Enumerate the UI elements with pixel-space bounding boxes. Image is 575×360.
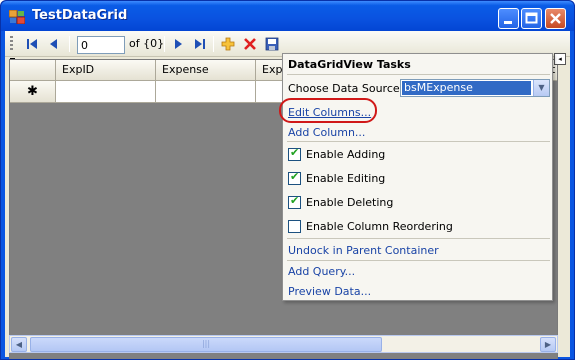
- toolstrip-separator: [164, 36, 165, 52]
- enable-adding-option[interactable]: ✔ Enable Adding: [288, 145, 386, 162]
- move-previous-icon[interactable]: [47, 37, 61, 51]
- corner-header-cell[interactable]: [10, 60, 56, 81]
- enable-editing-checkbox[interactable]: ✔: [288, 169, 301, 185]
- data-source-label: Choose Data Source:: [288, 82, 404, 95]
- enable-deleting-checkbox[interactable]: ✔: [288, 193, 301, 209]
- save-icon[interactable]: [265, 37, 279, 51]
- divider: [287, 141, 550, 142]
- add-column-link[interactable]: Add Column...: [288, 126, 365, 139]
- form-icon: [9, 10, 25, 24]
- move-last-icon[interactable]: [193, 37, 207, 51]
- divider: [287, 260, 550, 261]
- enable-column-reordering-label: Enable Column Reordering: [306, 220, 453, 233]
- column-header-expid[interactable]: ExpID: [56, 60, 156, 81]
- close-icon: [550, 13, 561, 24]
- scroll-right-button[interactable]: ▶: [540, 337, 556, 352]
- undock-link[interactable]: Undock in Parent Container: [288, 244, 439, 257]
- column-header-expense[interactable]: Expense: [156, 60, 256, 81]
- move-next-icon[interactable]: [171, 37, 185, 51]
- cell-expid[interactable]: [56, 81, 156, 103]
- data-source-select[interactable]: bsMExpense ▼: [400, 79, 550, 97]
- panel-title: DataGridView Tasks: [288, 58, 411, 71]
- title-bar[interactable]: TestDataGrid: [1, 1, 574, 31]
- enable-column-reordering-option[interactable]: Enable Column Reordering: [288, 219, 453, 234]
- count-label: of {0}: [129, 37, 165, 50]
- minimize-icon: [504, 21, 512, 24]
- enable-deleting-label: Enable Deleting: [306, 196, 394, 209]
- maximize-button[interactable]: [521, 8, 542, 29]
- data-source-value: bsMExpense: [402, 81, 531, 95]
- enable-editing-label: Enable Editing: [306, 172, 386, 185]
- smart-tag-glyph[interactable]: ◂: [554, 53, 566, 65]
- chevron-down-icon[interactable]: ▼: [533, 80, 549, 96]
- enable-editing-option[interactable]: ✔ Enable Editing: [288, 169, 386, 186]
- toolstrip-separator: [213, 36, 214, 52]
- preview-data-link[interactable]: Preview Data...: [288, 285, 371, 298]
- toolstrip-grip[interactable]: [10, 36, 13, 52]
- maximize-icon: [525, 12, 538, 24]
- add-query-link[interactable]: Add Query...: [288, 265, 355, 278]
- scroll-left-button[interactable]: ◀: [11, 337, 27, 352]
- add-new-icon[interactable]: [221, 37, 235, 51]
- checkmark-icon: ✔: [290, 193, 300, 207]
- enable-deleting-option[interactable]: ✔ Enable Deleting: [288, 193, 394, 210]
- app-window: TestDataGrid of {0}: [0, 0, 575, 360]
- divider: [287, 238, 550, 239]
- scroll-thumb[interactable]: |||: [30, 337, 382, 352]
- position-input[interactable]: [77, 36, 125, 54]
- checkmark-icon: ✔: [290, 169, 300, 183]
- minimize-button[interactable]: [498, 8, 519, 29]
- enable-adding-checkbox[interactable]: ✔: [288, 145, 301, 161]
- toolstrip-separator: [69, 36, 70, 52]
- enable-column-reordering-checkbox[interactable]: [288, 219, 301, 233]
- cell-expense[interactable]: [156, 81, 256, 103]
- enable-adding-label: Enable Adding: [306, 148, 386, 161]
- annotation-circle: [279, 98, 377, 123]
- datagridview-tasks-panel: DataGridView Tasks Choose Data Source: b…: [282, 53, 553, 301]
- close-button[interactable]: [545, 8, 566, 29]
- new-row-marker: ✱: [10, 81, 56, 103]
- divider: [287, 74, 550, 75]
- move-first-icon[interactable]: [25, 37, 39, 51]
- window-title: TestDataGrid: [32, 8, 128, 23]
- delete-icon[interactable]: [243, 37, 257, 51]
- checkmark-icon: ✔: [290, 145, 300, 159]
- horizontal-scrollbar[interactable]: ◀ ||| ▶: [9, 335, 558, 353]
